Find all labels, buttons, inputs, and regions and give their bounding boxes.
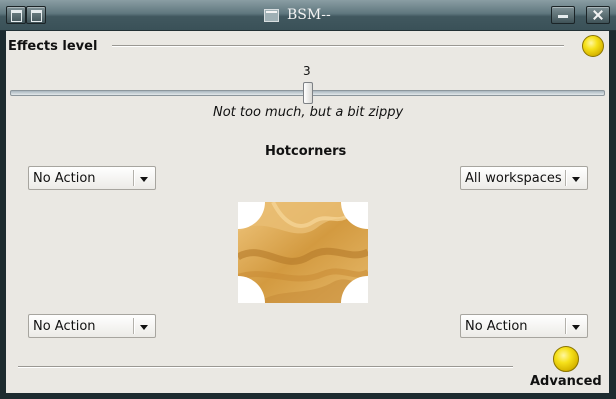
minimize-icon [552,7,574,23]
shade-button[interactable] [26,6,46,24]
advanced-label: Advanced [530,374,602,389]
hotcorner-top-right-combo[interactable]: All workspaces [460,166,588,190]
combo-divider [133,170,135,186]
window-menu-icon [7,7,25,23]
combo-value: No Action [465,319,528,334]
slider-caption: Not too much, but a bit zippy [213,105,404,120]
shade-icon [27,7,45,23]
combo-divider [565,318,567,334]
advanced-expander[interactable]: Advanced [526,344,606,390]
hotcorner-bottom-right-combo[interactable]: No Action [460,314,588,338]
close-icon [587,7,609,23]
footer-separator [18,366,513,368]
effects-slider-thumb[interactable] [303,82,313,104]
combo-value: No Action [33,171,96,186]
window-title: BSM-- [287,7,331,23]
bulb-icon [553,346,579,372]
combo-divider [133,318,135,334]
hotcorners-heading: Hotcorners [265,144,347,159]
minimize-button[interactable] [551,6,575,24]
app-window: BSM-- Effects level 3 Not too much, but … [0,0,616,399]
chevron-down-icon [572,325,580,330]
close-button[interactable] [586,6,610,24]
title-bar[interactable]: BSM-- [0,0,616,31]
hotcorner-bottom-left-combo[interactable]: No Action [28,314,156,338]
effects-separator [112,45,564,47]
slider-value: 3 [303,64,311,78]
chevron-down-icon [140,177,148,182]
app-icon [264,9,279,22]
combo-divider [565,170,567,186]
chevron-down-icon [140,325,148,330]
dialog-body: Effects level 3 Not too much, but a bit … [6,31,609,393]
desktop-preview-image [238,202,368,303]
chevron-down-icon [572,177,580,182]
effects-level-label: Effects level [8,39,98,54]
window-menu-button[interactable] [6,6,26,24]
effects-bulb-icon [582,35,604,57]
combo-value: No Action [33,319,96,334]
combo-value: All workspaces [465,171,562,186]
hotcorner-top-left-combo[interactable]: No Action [28,166,156,190]
